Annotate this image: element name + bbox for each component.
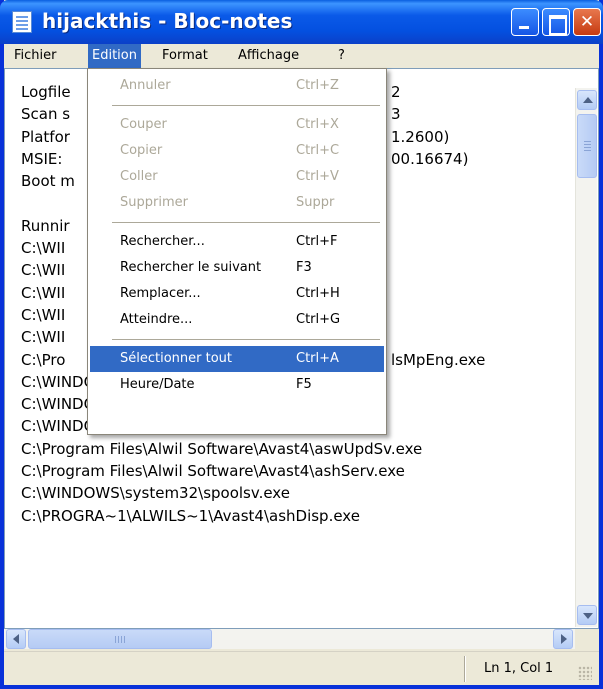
text-content-partial[interactable]: 2 3 1.2600) 00.16674) lsMpEng.exe — [391, 81, 485, 371]
text-line[interactable]: C:\WINDOWS\system32\spoolsv.exe — [21, 482, 422, 504]
menu-item-label: Couper — [120, 117, 167, 132]
scroll-up-button[interactable] — [577, 90, 597, 110]
scroll-right-button[interactable] — [553, 629, 573, 649]
menu-item-shortcut: Ctrl+V — [296, 169, 339, 184]
text-line-partial[interactable]: 00.16674) — [391, 148, 485, 170]
title-bar[interactable]: hijackthis - Bloc-notes ✕ — [0, 0, 603, 44]
menu-item-shortcut: Ctrl+A — [296, 351, 339, 366]
text-line[interactable]: C:\PROGRA~1\ALWILS~1\Avast4\ashDisp.exe — [21, 505, 422, 527]
window-title: hijackthis - Bloc-notes — [42, 9, 293, 33]
menu-item-heure-date[interactable]: Heure/Date F5 — [90, 372, 384, 398]
minimize-button[interactable] — [511, 8, 539, 36]
status-bar: Ln 1, Col 1 — [4, 651, 599, 685]
menu-item-atteindre[interactable]: Atteindre... Ctrl+G — [90, 307, 384, 333]
menu-help[interactable]: ? — [334, 44, 349, 68]
menu-separator — [112, 339, 380, 340]
text-line-partial[interactable]: 1.2600) — [391, 126, 485, 148]
text-line[interactable]: C:\Program Files\Alwil Software\Avast4\a… — [21, 460, 422, 482]
menu-item-shortcut: Ctrl+G — [296, 312, 341, 327]
menu-item-couper: Couper Ctrl+X — [90, 112, 384, 138]
scroll-left-button[interactable] — [6, 629, 26, 649]
vertical-scrollbar[interactable] — [575, 88, 597, 627]
menu-item-label: Rechercher le suivant — [120, 260, 262, 275]
edit-menu-dropdown: Annuler Ctrl+Z Couper Ctrl+X Copier Ctrl+C Col… — [87, 68, 387, 435]
text-line-partial[interactable]: 3 — [391, 103, 485, 125]
cursor-position: Ln 1, Col 1 — [484, 661, 554, 676]
menu-item-shortcut: Ctrl+Z — [296, 78, 339, 93]
text-line-partial[interactable] — [391, 259, 485, 281]
menu-item-shortcut: Ctrl+C — [296, 143, 340, 158]
menu-item-label: Copier — [120, 143, 163, 158]
text-line-partial[interactable] — [391, 304, 485, 326]
menu-item-rechercher[interactable]: Rechercher... Ctrl+F — [90, 229, 384, 255]
menu-item-label: Remplacer... — [120, 286, 201, 301]
menu-item-label: Coller — [120, 169, 158, 184]
text-line-partial[interactable]: lsMpEng.exe — [391, 349, 485, 371]
menu-item-shortcut: F3 — [296, 260, 312, 275]
horizontal-scroll-thumb[interactable] — [28, 629, 212, 649]
horizontal-scrollbar[interactable] — [4, 629, 575, 649]
text-line[interactable]: C:\Program Files\Alwil Software\Avast4\a… — [21, 438, 422, 460]
menu-item-supprimer: Supprimer Suppr — [90, 190, 384, 216]
menu-item-remplacer[interactable]: Remplacer... Ctrl+H — [90, 281, 384, 307]
menu-format[interactable]: Format — [158, 44, 212, 68]
menu-item-label: Rechercher... — [120, 234, 205, 249]
menu-item-coller: Coller Ctrl+V — [90, 164, 384, 190]
menu-item-s-lectionner-tout[interactable]: Sélectionner tout Ctrl+A — [90, 346, 384, 372]
menu-view[interactable]: Affichage — [234, 44, 303, 68]
scrollbar-corner — [575, 629, 597, 649]
menu-separator — [112, 105, 380, 106]
notepad-icon[interactable] — [12, 11, 32, 33]
menu-bar: Fichier Edition Format Affichage ? — [4, 44, 599, 68]
scroll-down-button[interactable] — [577, 605, 597, 625]
menu-item-shortcut: Ctrl+H — [296, 286, 340, 301]
maximize-button[interactable] — [542, 8, 570, 36]
menu-separator — [112, 222, 380, 223]
menu-item-label: Annuler — [120, 78, 171, 93]
menu-edit[interactable]: Edition — [88, 44, 141, 68]
menu-item-label: Supprimer — [120, 195, 188, 210]
menu-item-shortcut: Suppr — [296, 195, 335, 210]
text-line-partial[interactable] — [391, 170, 485, 192]
menu-item-label: Heure/Date — [120, 377, 195, 392]
menu-file[interactable]: Fichier — [10, 44, 61, 68]
resize-grip-icon[interactable] — [578, 666, 592, 680]
text-line-partial[interactable] — [391, 326, 485, 348]
menu-item-shortcut: F5 — [296, 377, 312, 392]
menu-item-shortcut: Ctrl+F — [296, 234, 338, 249]
menu-item-label: Atteindre... — [120, 312, 193, 327]
text-line-partial[interactable] — [391, 192, 485, 214]
close-button[interactable]: ✕ — [573, 8, 601, 36]
menu-item-rechercher-le-suivant[interactable]: Rechercher le suivant F3 — [90, 255, 384, 281]
text-line-partial[interactable] — [391, 237, 485, 259]
text-line-partial[interactable]: 2 — [391, 81, 485, 103]
menu-item-copier: Copier Ctrl+C — [90, 138, 384, 164]
notepad-window: hijackthis - Bloc-notes ✕ Fichier Editio… — [0, 0, 603, 689]
vertical-scroll-thumb[interactable] — [577, 114, 597, 178]
menu-item-label: Sélectionner tout — [120, 351, 233, 366]
menu-item-shortcut: Ctrl+X — [296, 117, 339, 132]
text-line-partial[interactable] — [391, 282, 485, 304]
text-line-partial[interactable] — [391, 215, 485, 237]
status-divider — [464, 656, 466, 682]
menu-item-annuler: Annuler Ctrl+Z — [90, 73, 384, 99]
